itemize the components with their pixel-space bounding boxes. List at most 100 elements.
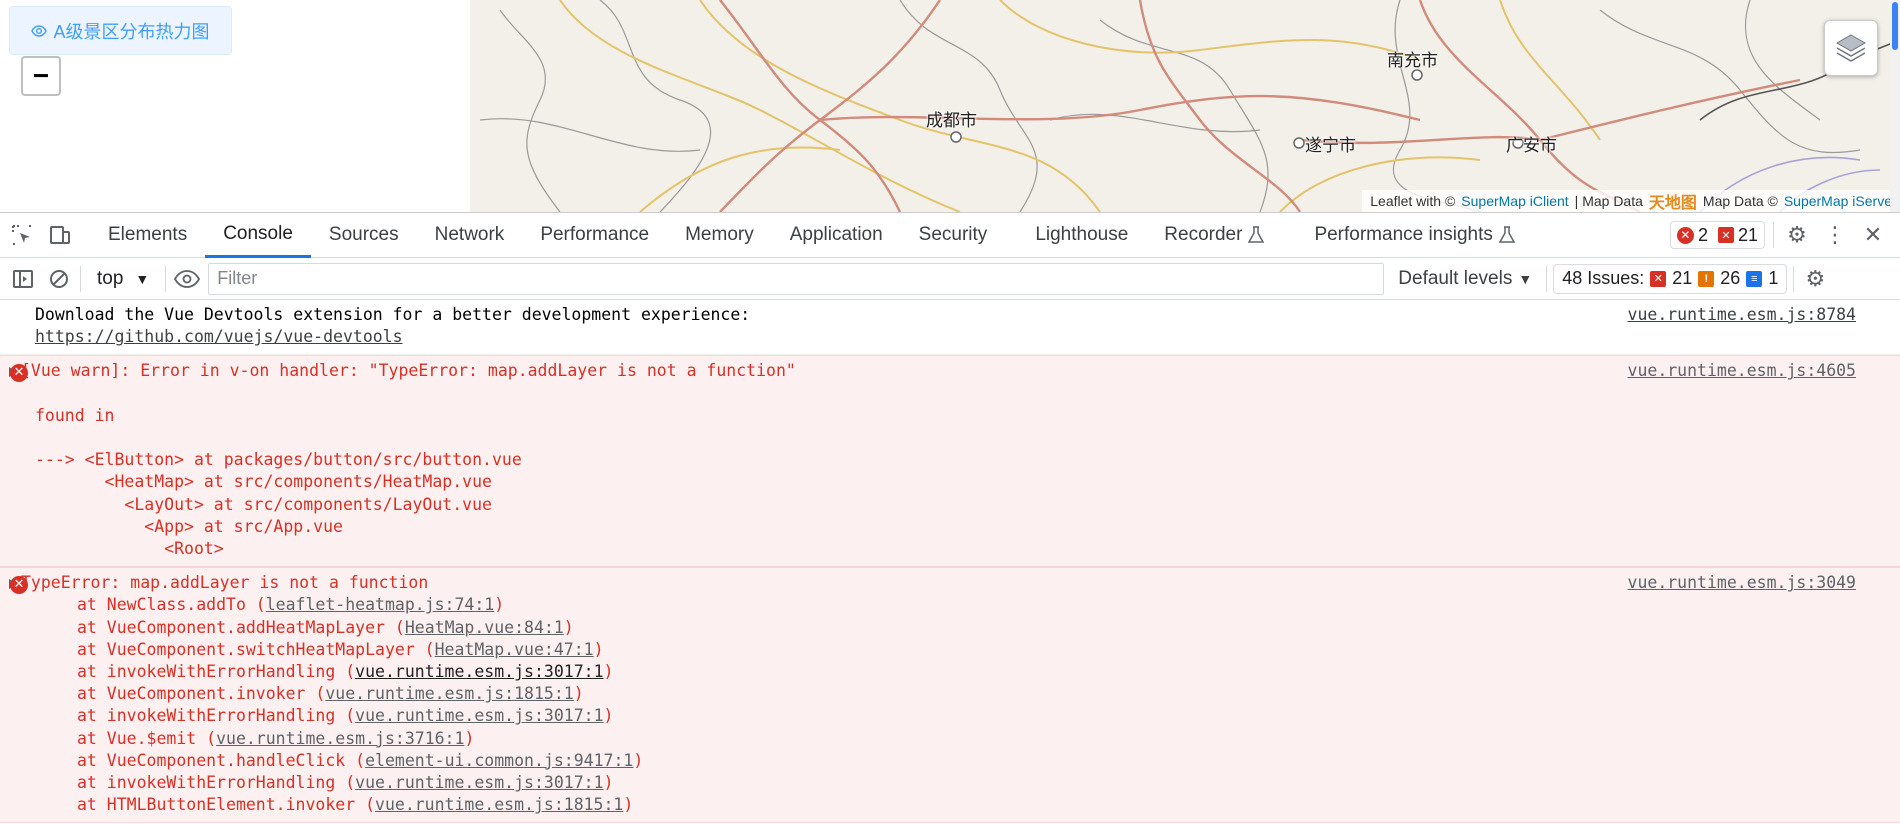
tab-performance-insights[interactable]: Performance insights bbox=[1296, 213, 1532, 258]
stack-frame-link[interactable]: vue.runtime.esm.js:3017:1 bbox=[355, 662, 603, 681]
stack-frame-link[interactable]: vue.runtime.esm.js:3017:1 bbox=[355, 773, 603, 792]
flask-icon bbox=[1498, 226, 1515, 243]
stack-frame: at VueComponent.handleClick (element-ui.… bbox=[77, 750, 644, 770]
issues-warnings-count: 26 bbox=[1720, 268, 1741, 288]
message-text: Download the Vue Devtools extension for … bbox=[35, 305, 751, 324]
supermap-iserver-link[interactable]: SuperMap iServe bbox=[1784, 193, 1892, 209]
issues-errors-count: 21 bbox=[1672, 268, 1693, 288]
stack-frame: at invokeWithErrorHandling (vue.runtime.… bbox=[77, 706, 614, 726]
error-count: 2 bbox=[1697, 224, 1708, 245]
context-selector-value: top bbox=[97, 267, 124, 289]
devtools-tabbar-right: ✕ 2 ✕ 21 ⚙ ⋮ ✕ bbox=[1669, 220, 1900, 250]
stack-frame-link[interactable]: HeatMap.vue:84:1 bbox=[405, 618, 564, 637]
tab-network[interactable]: Network bbox=[417, 213, 523, 258]
divider bbox=[165, 265, 167, 292]
stack-frame: at Vue.$emit (vue.runtime.esm.js:3716:1) bbox=[77, 728, 475, 748]
tab-recorder-label: Recorder bbox=[1164, 224, 1243, 245]
clear-console-icon[interactable] bbox=[44, 264, 74, 294]
close-devtools-icon[interactable]: ✕ bbox=[1858, 220, 1888, 250]
message-source-link[interactable]: vue.runtime.esm.js:4605 bbox=[1628, 360, 1856, 382]
message-source-link[interactable]: vue.runtime.esm.js:3049 bbox=[1628, 572, 1856, 594]
warning-flag-icon: ! bbox=[1698, 270, 1715, 287]
component-trace-line: <HeatMap> at src/components/HeatMap.vue bbox=[35, 472, 492, 492]
log-levels-dropdown[interactable]: Default levels ▼ bbox=[1390, 268, 1540, 290]
issues-info-count: 1 bbox=[1768, 268, 1779, 288]
stack-frame-link[interactable]: leaflet-heatmap.js:74:1 bbox=[266, 595, 494, 614]
eye-icon bbox=[31, 24, 48, 37]
vue-devtools-link[interactable]: https://github.com/vuejs/vue-devtools bbox=[35, 327, 403, 346]
stack-frame-link[interactable]: vue.runtime.esm.js:3017:1 bbox=[355, 706, 603, 725]
inspect-element-icon[interactable] bbox=[6, 219, 38, 251]
device-toolbar-icon[interactable] bbox=[44, 219, 76, 251]
divider bbox=[1793, 265, 1795, 292]
city-label-chengdu: 成都市 bbox=[926, 111, 977, 131]
component-trace-line: <LayOut> at src/components/LayOut.vue bbox=[35, 494, 492, 514]
console-message: vue.runtime.esm.js:8784 Download the Vue… bbox=[0, 300, 1900, 356]
issue-flag-icon: ✕ bbox=[1717, 227, 1734, 243]
attribution-suffix: Map Data © bbox=[1702, 193, 1778, 209]
issues-counter[interactable]: 48 Issues: ✕ 21 ! 26 ≡ 1 bbox=[1553, 263, 1788, 294]
stack-frame: at VueComponent.addHeatMapLayer (HeatMap… bbox=[77, 617, 574, 637]
console-error-message: ✕ vue.runtime.esm.js:4605 [Vue warn]: Er… bbox=[0, 355, 1900, 568]
context-selector[interactable]: top ▼ bbox=[87, 268, 159, 290]
map-viewport[interactable]: 成都市 南充市 遂宁市 广安市 A级景区分布热力图 − Leaflet with… bbox=[0, 0, 1900, 212]
issue-flag-count: 21 bbox=[1737, 224, 1758, 245]
settings-gear-icon[interactable]: ⚙ bbox=[1782, 220, 1812, 250]
tab-application[interactable]: Application bbox=[772, 213, 901, 258]
attribution-prefix: Leaflet with © bbox=[1370, 193, 1456, 209]
divider bbox=[80, 265, 81, 292]
devtools-tabbar: Elements Console Sources Network Perform… bbox=[0, 213, 1900, 258]
error-circle-icon: ✕ bbox=[1676, 226, 1694, 244]
stack-frame-link[interactable]: element-ui.common.js:9417:1 bbox=[365, 751, 633, 770]
sidebar-toggle-icon[interactable] bbox=[8, 264, 38, 294]
attribution-middle: | Map Data bbox=[1574, 193, 1643, 209]
stack-frame: at invokeWithErrorHandling (vue.runtime.… bbox=[77, 662, 614, 682]
tab-sources[interactable]: Sources bbox=[311, 213, 417, 258]
chevron-down-icon: ▼ bbox=[1518, 270, 1533, 287]
stack-frame-link[interactable]: HeatMap.vue:47:1 bbox=[435, 640, 594, 659]
divider bbox=[1773, 222, 1774, 248]
tab-performance-insights-label: Performance insights bbox=[1314, 224, 1493, 245]
flask-icon bbox=[1248, 226, 1265, 243]
tab-performance[interactable]: Performance bbox=[522, 213, 667, 258]
stack-frame-link[interactable]: vue.runtime.esm.js:3716:1 bbox=[216, 729, 464, 748]
component-trace-line: <Root> bbox=[35, 539, 224, 559]
log-levels-label: Default levels bbox=[1398, 267, 1513, 289]
layers-icon bbox=[1835, 34, 1867, 62]
component-trace-line: ---> <ElButton> at packages/button/src/b… bbox=[35, 450, 522, 470]
stack-frame: at invokeWithErrorHandling (vue.runtime.… bbox=[77, 773, 614, 793]
stack-frame-link[interactable]: vue.runtime.esm.js:1815:1 bbox=[325, 684, 573, 703]
zoom-out-button[interactable]: − bbox=[21, 56, 61, 96]
message-text: [Vue warn]: Error in v-on handler: "Type… bbox=[21, 361, 796, 381]
console-toolbar: top ▼ Default levels ▼ 48 Issues: ✕ 21 !… bbox=[0, 258, 1900, 300]
stack-frame: at VueComponent.switchHeatMapLayer (Heat… bbox=[77, 639, 604, 659]
page-scrollbar-thumb[interactable] bbox=[1892, 2, 1898, 50]
tab-console[interactable]: Console bbox=[205, 213, 311, 258]
tab-elements[interactable]: Elements bbox=[90, 213, 205, 258]
chevron-down-icon: ▼ bbox=[135, 270, 150, 287]
error-flag-icon: ✕ bbox=[1650, 270, 1667, 287]
heatmap-toggle-button[interactable]: A级景区分布热力图 bbox=[9, 6, 232, 55]
live-expression-eye-icon[interactable] bbox=[172, 264, 202, 294]
tab-recorder[interactable]: Recorder bbox=[1146, 213, 1282, 258]
tab-memory[interactable]: Memory bbox=[667, 213, 772, 258]
layers-control-button[interactable] bbox=[1824, 20, 1878, 76]
city-label-guangan: 广安市 bbox=[1506, 136, 1557, 156]
error-counter[interactable]: ✕ 2 ✕ 21 bbox=[1669, 221, 1765, 249]
message-source-link[interactable]: vue.runtime.esm.js:8784 bbox=[1628, 304, 1856, 326]
stack-frame-link[interactable]: vue.runtime.esm.js:1815:1 bbox=[375, 795, 623, 814]
supermap-iclient-link[interactable]: SuperMap iClient bbox=[1461, 193, 1568, 209]
divider bbox=[1546, 265, 1548, 292]
city-label-suining: 遂宁市 bbox=[1305, 136, 1356, 156]
console-settings-gear-icon[interactable]: ⚙ bbox=[1800, 264, 1830, 294]
tab-lighthouse[interactable]: Lighthouse bbox=[1017, 213, 1146, 258]
more-options-icon[interactable]: ⋮ bbox=[1820, 220, 1850, 250]
component-trace-line: <App> at src/App.vue bbox=[35, 516, 343, 536]
tianditu-logo: 天地图 bbox=[1648, 195, 1697, 212]
info-flag-icon: ≡ bbox=[1746, 270, 1763, 287]
console-output: vue.runtime.esm.js:8784 Download the Vue… bbox=[0, 300, 1900, 824]
console-filter-input[interactable] bbox=[208, 262, 1385, 295]
page-scrollbar[interactable] bbox=[1890, 0, 1900, 212]
heatmap-toggle-label: A级景区分布热力图 bbox=[53, 21, 210, 42]
tab-security[interactable]: Security bbox=[901, 213, 1006, 258]
